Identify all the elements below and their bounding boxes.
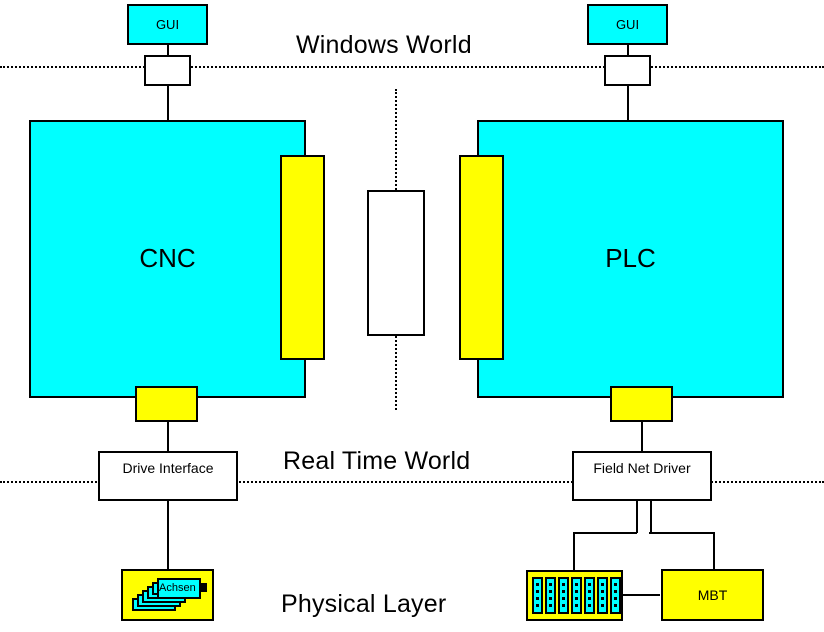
io-module <box>597 577 608 614</box>
io-module <box>532 577 543 614</box>
cnc-driver-port[interactable] <box>135 386 198 422</box>
io-module <box>571 577 582 614</box>
io-module <box>545 577 556 614</box>
drive-interface-box[interactable]: Drive Interface <box>98 451 238 501</box>
diagram-canvas: Windows World Real Time World Physical L… <box>0 0 824 632</box>
connector-drive-interface-to-axes <box>167 500 169 570</box>
connector-fieldbus-to-io-terminal <box>573 532 575 571</box>
layer-label-windows-world: Windows World <box>296 31 472 59</box>
plc-interface-bar-left[interactable] <box>459 155 504 360</box>
layer-label-physical-layer: Physical Layer <box>281 590 447 618</box>
connector-cnc-to-drive-interface <box>167 420 169 452</box>
plc-module[interactable]: PLC <box>477 120 784 398</box>
windows-world-separator <box>0 66 824 68</box>
connector-fieldbus-to-mbt <box>713 532 715 571</box>
connector-plc-to-field-net-driver <box>641 420 643 452</box>
connector-port-left-to-cnc <box>167 85 169 121</box>
connector-fieldbus-left <box>573 532 637 534</box>
io-terminal-lead <box>622 594 660 596</box>
io-module <box>610 577 621 614</box>
connector-fieldnet-stem-left <box>636 500 638 533</box>
field-net-driver-box[interactable]: Field Net Driver <box>572 451 712 501</box>
axes-label: Achsen <box>159 582 196 594</box>
shared-memory-coupling-box[interactable] <box>367 190 425 336</box>
connector-fieldnet-stem-right <box>650 500 652 533</box>
mbt-box[interactable]: MBT <box>661 569 764 621</box>
cnc-interface-bar-right[interactable] <box>280 155 325 360</box>
connector-port-right-to-plc <box>627 85 629 121</box>
gui-box-left[interactable]: GUI <box>127 4 208 45</box>
layer-label-real-time-world: Real Time World <box>283 447 471 475</box>
gui-port-left[interactable] <box>144 55 191 86</box>
cnc-module[interactable]: CNC <box>29 120 306 398</box>
io-module <box>558 577 569 614</box>
plc-driver-port[interactable] <box>610 386 673 422</box>
axes-card-stack: Achsen <box>121 569 214 621</box>
io-module <box>584 577 595 614</box>
gui-box-right[interactable]: GUI <box>587 4 668 45</box>
io-terminal-modules <box>526 570 623 621</box>
gui-port-right[interactable] <box>604 55 651 86</box>
connector-fieldbus-right <box>649 532 715 534</box>
